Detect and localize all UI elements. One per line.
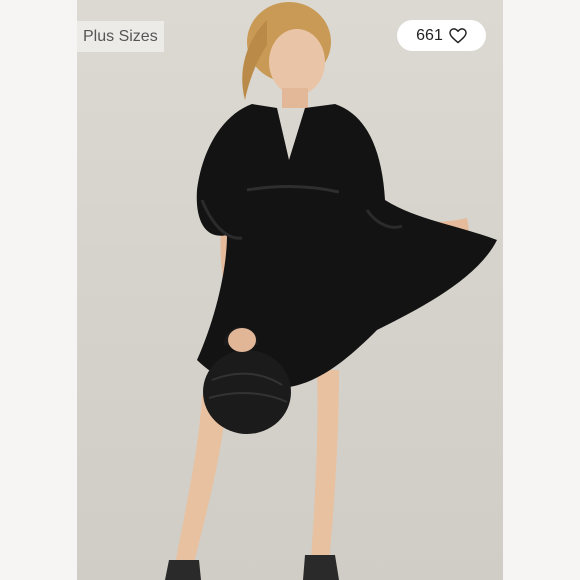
like-count: 661 <box>416 26 443 44</box>
like-button[interactable]: 661 <box>397 20 486 51</box>
size-category-badge: Plus Sizes <box>77 21 164 52</box>
product-photo[interactable] <box>77 0 503 580</box>
heart-outline-icon <box>449 27 467 43</box>
right-margin <box>503 0 580 580</box>
left-margin <box>0 0 77 580</box>
model-in-black-dress-illustration <box>165 2 497 580</box>
